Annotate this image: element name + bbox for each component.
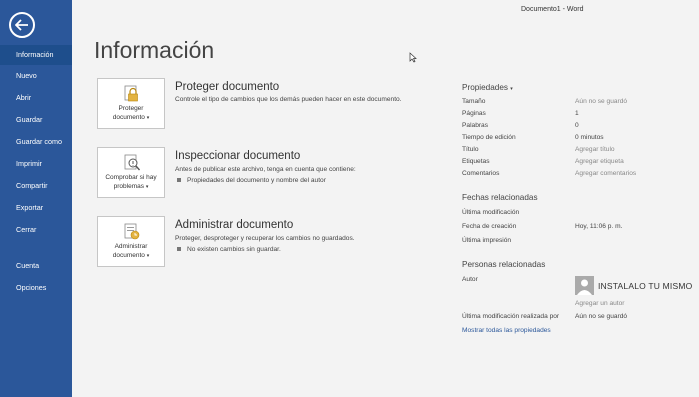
caret-down-icon: ▾ [146, 253, 150, 259]
inspect-tile-label-1: Comprobar si hay [105, 174, 157, 181]
inspect-bullet: Propiedades del documento y nombre del a… [177, 177, 326, 184]
nav-cerrar[interactable]: Cerrar [0, 220, 72, 240]
prop-label-title: Título [462, 146, 479, 153]
prop-value-title-input[interactable]: Agregar título [575, 146, 615, 153]
nav-imprimir[interactable]: Imprimir [0, 154, 72, 174]
page-title: Información [94, 37, 215, 63]
prop-value-words: 0 [575, 122, 579, 129]
date-label-printed: Última impresión [462, 237, 512, 244]
protect-document-button[interactable]: Proteger documento ▾ [97, 78, 165, 129]
prop-label-comments: Comentarios [462, 170, 500, 177]
manage-description: Proteger, desproteger y recuperar los ca… [175, 235, 355, 242]
inspect-tile-label-2: problemas [113, 183, 145, 190]
check-issues-button[interactable]: Comprobar si hay problemas ▾ [97, 147, 165, 198]
manage-title: Administrar documento [175, 219, 294, 231]
prop-label-edit-time: Tiempo de edición [462, 134, 516, 141]
date-label-last-modified: Última modificación [462, 209, 520, 216]
last-modified-by-label: Última modificación realizada por [462, 313, 560, 320]
protect-tile-label-2: documento [112, 114, 145, 121]
caret-down-icon: ▾ [510, 86, 513, 92]
mouse-cursor-icon [409, 52, 417, 63]
manage-document-icon [124, 223, 140, 240]
arrow-left-icon [15, 19, 28, 31]
nav-compartir[interactable]: Compartir [0, 176, 72, 196]
nav-exportar[interactable]: Exportar [0, 198, 72, 218]
nav-guardar-como[interactable]: Guardar como [0, 132, 72, 152]
inspect-description: Antes de publicar este archivo, tenga en… [175, 166, 356, 173]
protect-tile-label-1: Proteger [118, 105, 144, 112]
nav-abrir[interactable]: Abrir [0, 88, 72, 108]
prop-value-pages: 1 [575, 110, 579, 117]
properties-header-label: Propiedades [462, 83, 508, 92]
author-label: Autor [462, 276, 478, 283]
nav-informacion[interactable]: Información [0, 45, 72, 65]
protect-description: Controle el tipo de cambios que los demá… [175, 96, 402, 103]
prop-value-comments-input[interactable]: Agregar comentarios [575, 170, 636, 177]
bullet-icon [177, 247, 181, 252]
nav-guardar[interactable]: Guardar [0, 110, 72, 130]
manage-bullet-text: No existen cambios sin guardar. [187, 246, 281, 253]
inspect-document-icon [124, 154, 141, 171]
prop-label-size: Tamaño [462, 98, 486, 105]
manage-tile-label-1: Administrar [114, 243, 148, 250]
prop-label-pages: Páginas [462, 110, 486, 117]
backstage-sidebar: Información Nuevo Abrir Guardar Guardar … [0, 0, 72, 397]
author-name[interactable]: INSTALALO TU MISMO [598, 281, 692, 291]
manage-bullet: No existen cambios sin guardar. [177, 246, 281, 253]
related-dates-header: Fechas relacionadas [462, 193, 538, 202]
protect-title: Proteger documento [175, 81, 280, 93]
last-modified-by-value: Aún no se guardó [575, 313, 628, 320]
prop-value-edit-time: 0 minutos [575, 134, 604, 141]
prop-value-tags-input[interactable]: Agregar etiqueta [575, 158, 624, 165]
prop-label-tags: Etiquetas [462, 158, 490, 165]
lock-icon [124, 85, 138, 102]
date-value-created: Hoy, 11:06 p. m. [575, 223, 623, 230]
bullet-icon [177, 178, 181, 183]
caret-down-icon: ▾ [145, 184, 149, 190]
nav-cuenta[interactable]: Cuenta [0, 256, 72, 276]
prop-label-words: Palabras [462, 122, 489, 129]
related-people-header: Personas relacionadas [462, 260, 546, 269]
back-button[interactable] [9, 12, 35, 38]
nav-opciones[interactable]: Opciones [0, 278, 72, 298]
add-author-link[interactable]: Agregar un autor [575, 300, 625, 307]
window-title: Documento1 - Word [521, 6, 584, 13]
caret-down-icon: ▾ [146, 115, 150, 121]
show-all-properties-link[interactable]: Mostrar todas las propiedades [462, 327, 551, 334]
inspect-bullet-text: Propiedades del documento y nombre del a… [187, 177, 326, 184]
avatar[interactable] [575, 276, 594, 295]
prop-value-size: Aún no se guardó [575, 98, 628, 105]
user-icon [577, 279, 592, 295]
inspect-title: Inspeccionar documento [175, 150, 301, 162]
manage-tile-label-2: documento [112, 252, 145, 259]
properties-header[interactable]: Propiedades ▾ [462, 83, 513, 92]
manage-document-button[interactable]: Administrar documento ▾ [97, 216, 165, 267]
date-label-created: Fecha de creación [462, 223, 517, 230]
nav-nuevo[interactable]: Nuevo [0, 66, 72, 86]
